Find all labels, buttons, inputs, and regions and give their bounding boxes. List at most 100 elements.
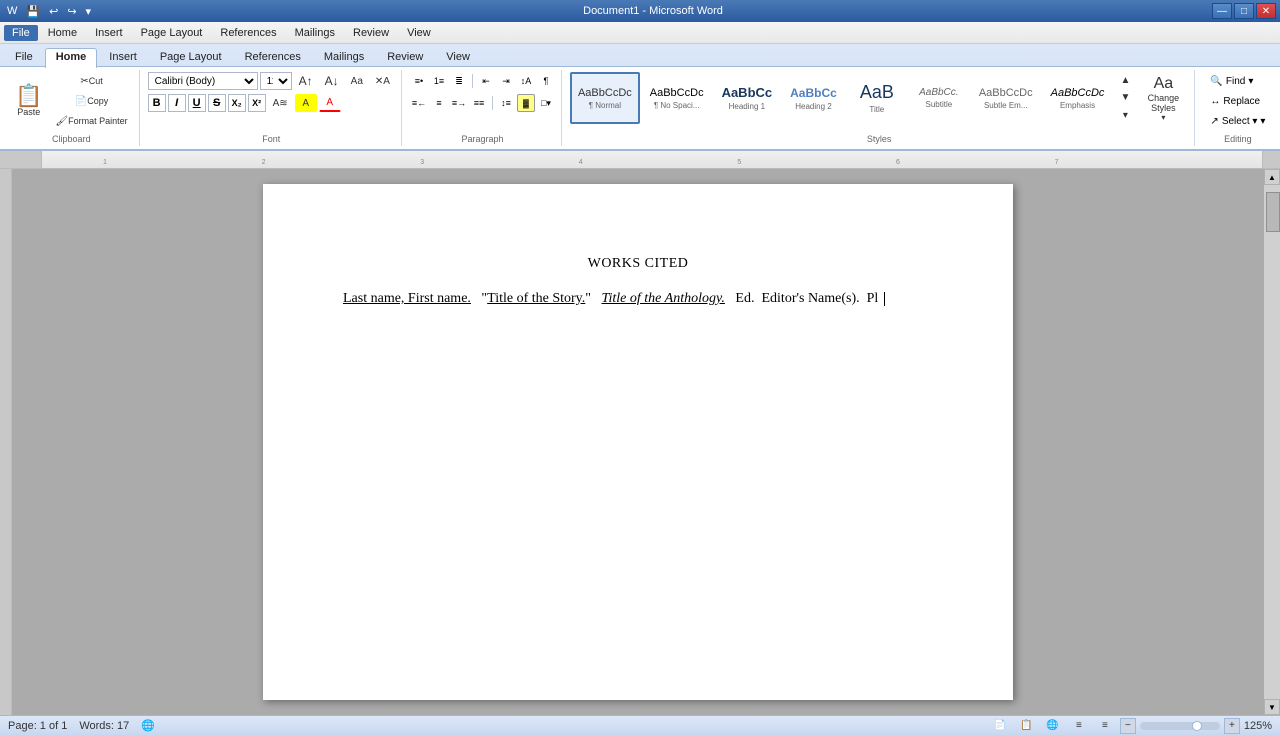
print-layout-view-button[interactable]: 📄: [989, 717, 1011, 735]
font-size-select[interactable]: 11: [260, 72, 292, 90]
paste-button[interactable]: 📋 Paste: [10, 75, 47, 127]
ribbon-tab-home[interactable]: Home: [45, 48, 98, 68]
zoom-slider-thumb[interactable]: [1192, 721, 1202, 731]
page-indicator[interactable]: Page: 1 of 1: [8, 720, 67, 732]
menu-page-layout[interactable]: Page Layout: [133, 25, 211, 41]
clear-format-button[interactable]: ✕A: [370, 72, 395, 90]
styles-scroll-down[interactable]: ▼: [1114, 89, 1136, 106]
font-format-row: B I U S X₂ X² A≋ A A: [148, 94, 341, 112]
scroll-down-button[interactable]: ▼: [1264, 699, 1280, 715]
menu-review[interactable]: Review: [345, 25, 397, 41]
superscript-button[interactable]: X²: [248, 94, 266, 112]
menu-file[interactable]: File: [4, 25, 38, 41]
style-title[interactable]: AaB Title: [847, 72, 907, 124]
menu-home[interactable]: Home: [40, 25, 85, 41]
document-title: Document1 - Microsoft Word: [94, 5, 1212, 17]
grow-font-button[interactable]: A↑: [294, 72, 318, 90]
select-button[interactable]: ↗ Select ▾ ▾: [1203, 112, 1272, 130]
language-icon[interactable]: 🌐: [141, 719, 155, 732]
ribbon-tab-page-layout[interactable]: Page Layout: [149, 48, 233, 66]
text-effects-button[interactable]: A≋: [268, 94, 293, 112]
change-styles-button[interactable]: Aa ChangeStyles ▾: [1138, 72, 1188, 124]
save-quick-btn[interactable]: 💾: [23, 4, 43, 19]
line-spacing-button[interactable]: ↕≡: [497, 94, 515, 112]
find-dropdown[interactable]: ▾: [1248, 76, 1253, 87]
style-subtle-emphasis[interactable]: AaBbCcDc Subtle Em...: [971, 72, 1041, 124]
style-heading1-label: Heading 1: [729, 102, 765, 111]
maximize-button[interactable]: □: [1234, 3, 1254, 19]
ribbon-tab-insert[interactable]: Insert: [98, 48, 148, 66]
align-right-button[interactable]: ≡→: [450, 94, 468, 112]
increase-indent-button[interactable]: ⇥: [497, 72, 515, 90]
style-normal[interactable]: AaBbCcDc ¶ Normal: [570, 72, 640, 124]
sort-button[interactable]: ↕A: [517, 72, 535, 90]
copy-button[interactable]: 📄 Copy: [50, 92, 132, 110]
ribbon-tab-mailings[interactable]: Mailings: [313, 48, 375, 66]
zoom-slider[interactable]: [1140, 722, 1220, 730]
styles-scroll-up[interactable]: ▲: [1114, 72, 1136, 89]
italic-button[interactable]: I: [168, 94, 186, 112]
citation-space3: Ed.: [728, 291, 761, 306]
web-layout-view-button[interactable]: 🌐: [1041, 717, 1063, 735]
style-subtitle[interactable]: AaBbCc. Subtitle: [909, 72, 969, 124]
menu-mailings[interactable]: Mailings: [287, 25, 343, 41]
shrink-font-button[interactable]: A↓: [320, 72, 344, 90]
ribbon-tab-view[interactable]: View: [435, 48, 481, 66]
cut-button[interactable]: ✂ Cut: [50, 72, 132, 90]
document-citation[interactable]: Last name, First name. "Title of the Sto…: [343, 288, 933, 310]
replace-button[interactable]: ↔ Replace: [1203, 92, 1272, 110]
minimize-button[interactable]: —: [1212, 3, 1232, 19]
format-painter-button[interactable]: 🖌 Format Painter: [50, 112, 132, 130]
font-name-select[interactable]: Calibri (Body): [148, 72, 258, 90]
vertical-scrollbar[interactable]: ▲ ▼: [1264, 169, 1280, 715]
multilevel-button[interactable]: ≣: [450, 72, 468, 90]
font-color-button[interactable]: A: [319, 94, 341, 112]
draft-view-button[interactable]: ≡: [1094, 717, 1116, 735]
shading-button[interactable]: ▓: [517, 94, 535, 112]
ribbon-tab-review[interactable]: Review: [376, 48, 434, 66]
menu-references[interactable]: References: [212, 25, 284, 41]
redo-quick-btn[interactable]: ↪: [64, 4, 79, 19]
strikethrough-button[interactable]: S: [208, 94, 226, 112]
copy-label: Copy: [87, 96, 108, 106]
style-heading2[interactable]: AaBbCc Heading 2: [782, 72, 845, 124]
zoom-level[interactable]: 125%: [1244, 720, 1272, 732]
scroll-thumb[interactable]: [1266, 192, 1280, 232]
font-label: Font: [262, 134, 280, 144]
ribbon-tab-file[interactable]: File: [4, 48, 44, 66]
undo-quick-btn[interactable]: ↩: [46, 4, 61, 19]
scroll-track[interactable]: [1264, 185, 1280, 699]
decrease-indent-button[interactable]: ⇤: [477, 72, 495, 90]
align-left-button[interactable]: ≡←: [410, 94, 428, 112]
change-case-button[interactable]: Aa: [346, 72, 368, 90]
subscript-button[interactable]: X₂: [228, 94, 246, 112]
underline-button[interactable]: U: [188, 94, 206, 112]
bold-button[interactable]: B: [148, 94, 166, 112]
borders-button[interactable]: □▾: [537, 94, 555, 112]
style-heading1[interactable]: AaBbCc Heading 1: [714, 72, 781, 124]
highlight-button[interactable]: A: [295, 94, 317, 112]
style-no-spacing[interactable]: AaBbCcDc ¶ No Spaci...: [642, 72, 712, 124]
select-label: Select ▾: [1222, 116, 1258, 127]
show-hide-button[interactable]: ¶: [537, 72, 555, 90]
justify-button[interactable]: ≡≡: [470, 94, 488, 112]
align-center-button[interactable]: ≡: [430, 94, 448, 112]
style-heading1-preview: AaBbCc: [722, 85, 773, 100]
quick-access-dropdown[interactable]: ▾: [83, 4, 95, 19]
menu-view[interactable]: View: [399, 25, 439, 41]
find-button[interactable]: 🔍 Find ▾: [1203, 72, 1272, 90]
select-dropdown[interactable]: ▾: [1260, 116, 1265, 127]
full-reading-view-button[interactable]: 📋: [1015, 717, 1037, 735]
close-button[interactable]: ✕: [1256, 3, 1276, 19]
word-count[interactable]: Words: 17: [79, 720, 129, 732]
bullets-button[interactable]: ≡•: [410, 72, 428, 90]
menu-insert[interactable]: Insert: [87, 25, 131, 41]
scroll-up-button[interactable]: ▲: [1264, 169, 1280, 185]
style-normal-label: ¶ Normal: [589, 101, 621, 110]
outline-view-button[interactable]: ≡: [1068, 717, 1090, 735]
styles-more[interactable]: ▾: [1114, 107, 1136, 124]
numbering-button[interactable]: 1≡: [430, 72, 448, 90]
ribbon-tab-references[interactable]: References: [234, 48, 312, 66]
document-area[interactable]: WORKS CITED Last name, First name. "Titl…: [12, 169, 1264, 715]
style-emphasis[interactable]: AaBbCcDc Emphasis: [1043, 72, 1113, 124]
